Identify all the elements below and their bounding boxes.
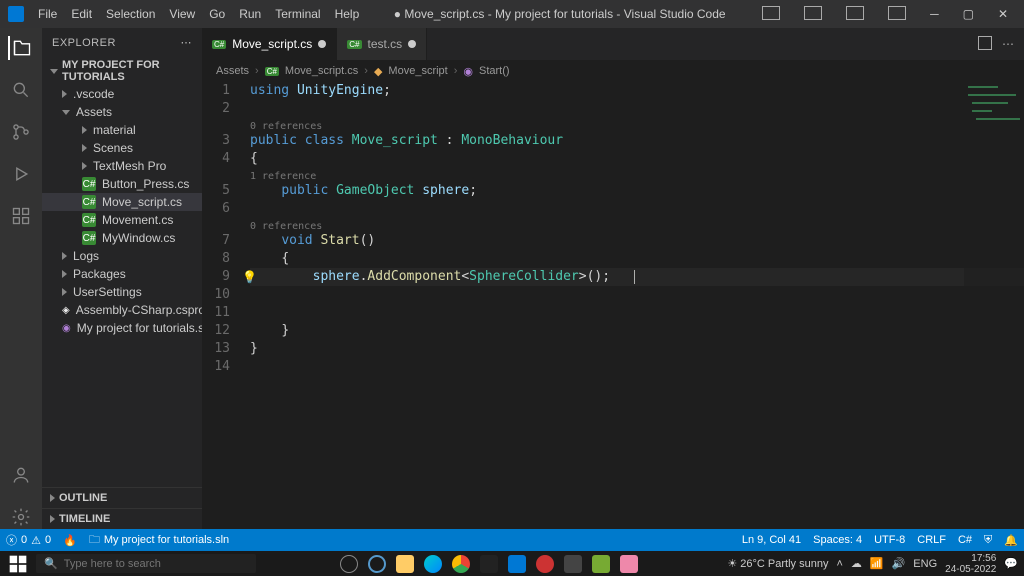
activity-bar — [0, 28, 42, 529]
sidebar: EXPLORER ⋯ MY PROJECT FOR TUTORIALS .vsc… — [42, 28, 202, 529]
menu-edit[interactable]: Edit — [65, 3, 98, 25]
search-icon: 🔍 — [44, 557, 58, 570]
extensions-icon[interactable] — [9, 204, 33, 228]
sidebar-title: EXPLORER — [52, 37, 116, 49]
breadcrumb[interactable]: Assets› C#Move_script.cs› ◆Move_script› … — [202, 60, 1024, 82]
tree-item-logs[interactable]: Logs — [42, 247, 202, 265]
layout-icon-2[interactable] — [796, 6, 830, 23]
tree-item-my-project-for-tutorials-sln[interactable]: ◉My project for tutorials.sln — [42, 319, 202, 337]
onedrive-icon[interactable]: ☁ — [851, 557, 862, 570]
tab-test[interactable]: C# test.cs — [337, 28, 427, 60]
status-flame-icon[interactable]: 🔥 — [63, 534, 77, 547]
split-editor-icon[interactable] — [978, 36, 992, 53]
timeline-section[interactable]: TIMELINE — [42, 508, 202, 529]
menu-view[interactable]: View — [163, 3, 201, 25]
status-bar: ⓧ 0 ⚠ 0 🔥 🗀 My project for tutorials.sln… — [0, 529, 1024, 551]
menu-help[interactable]: Help — [329, 3, 366, 25]
run-debug-icon[interactable] — [9, 162, 33, 186]
tree-item-usersettings[interactable]: UserSettings — [42, 283, 202, 301]
weather-widget[interactable]: ☀ 26°C Partly sunny — [727, 557, 828, 570]
tree-item-assembly-csharp-csproj[interactable]: ◈Assembly-CSharp.csproj — [42, 301, 202, 319]
tree-item-button-press-cs[interactable]: C#Button_Press.cs — [42, 175, 202, 193]
start-button[interactable] — [0, 554, 36, 574]
task-view-icon[interactable] — [340, 555, 358, 573]
status-project[interactable]: 🗀 My project for tutorials.sln — [89, 531, 229, 550]
tree-item-packages[interactable]: Packages — [42, 265, 202, 283]
wifi-icon[interactable]: 📶 — [870, 557, 884, 570]
editor: C# Move_script.cs C# test.cs ⋯ Assets› C… — [202, 28, 1024, 529]
search-icon[interactable] — [9, 78, 33, 102]
file-tree: .vscodeAssetsmaterialScenesTextMesh ProC… — [42, 85, 202, 487]
menu-run[interactable]: Run — [233, 3, 267, 25]
tray-chevron-icon[interactable]: ˄ — [836, 558, 842, 570]
close-button[interactable]: ✕ — [990, 7, 1016, 21]
minimap[interactable] — [964, 82, 1024, 529]
more-icon[interactable]: ⋯ — [181, 36, 193, 49]
status-eol[interactable]: CRLF — [917, 534, 946, 546]
window-title: ● Move_script.cs - My project for tutori… — [365, 7, 754, 21]
outline-section[interactable]: OUTLINE — [42, 487, 202, 508]
tree-item-textmesh-pro[interactable]: TextMesh Pro — [42, 157, 202, 175]
tree-item-move-script-cs[interactable]: C#Move_script.cs — [42, 193, 202, 211]
unity-icon[interactable] — [480, 555, 498, 573]
tree-item-material[interactable]: material — [42, 121, 202, 139]
modified-indicator-icon — [318, 40, 326, 48]
search-input[interactable] — [64, 558, 248, 570]
status-feedback-icon[interactable]: ⛨ — [984, 534, 992, 547]
app-icon-3[interactable] — [592, 555, 610, 573]
tab-move-script[interactable]: C# Move_script.cs — [202, 28, 337, 60]
status-language[interactable]: C# — [958, 534, 972, 546]
layout-icon-3[interactable] — [838, 6, 872, 23]
status-spaces[interactable]: Spaces: 4 — [813, 534, 862, 546]
taskbar-search[interactable]: 🔍 — [36, 554, 256, 573]
cortana-icon[interactable] — [368, 555, 386, 573]
app-icon-2[interactable] — [564, 555, 582, 573]
tree-item--vscode[interactable]: .vscode — [42, 85, 202, 103]
status-errors[interactable]: ⓧ 0 ⚠ 0 — [6, 532, 51, 548]
chrome-icon[interactable] — [452, 555, 470, 573]
tree-item-movement-cs[interactable]: C#Movement.cs — [42, 211, 202, 229]
settings-icon[interactable] — [9, 505, 33, 529]
tabs: C# Move_script.cs C# test.cs ⋯ — [202, 28, 1024, 60]
layout-icon[interactable] — [754, 6, 788, 23]
more-actions-icon[interactable]: ⋯ — [1002, 37, 1014, 51]
vscode-taskbar-icon[interactable] — [508, 555, 526, 573]
language-indicator[interactable]: ENG — [913, 558, 937, 570]
tree-item-scenes[interactable]: Scenes — [42, 139, 202, 157]
code-area[interactable]: 1234567891011121314 using UnityEngine; 0… — [202, 82, 1024, 529]
volume-icon[interactable]: 🔊 — [892, 557, 906, 570]
tree-item-mywindow-cs[interactable]: C#MyWindow.cs — [42, 229, 202, 247]
account-icon[interactable] — [9, 463, 33, 487]
maximize-button[interactable]: ▢ — [955, 7, 982, 21]
csharp-file-icon: C# — [347, 40, 361, 49]
layout-icon-4[interactable] — [880, 6, 914, 23]
csharp-file-icon: C# — [212, 40, 226, 49]
vscode-icon — [8, 6, 24, 22]
notifications-icon[interactable]: 💬 — [1004, 557, 1018, 570]
menu-file[interactable]: File — [32, 3, 63, 25]
status-cursor-position[interactable]: Ln 9, Col 41 — [742, 534, 801, 546]
menu-selection[interactable]: Selection — [100, 3, 161, 25]
app-icon-4[interactable] — [620, 555, 638, 573]
explorer-taskbar-icon[interactable] — [396, 555, 414, 573]
menu-go[interactable]: Go — [203, 3, 231, 25]
modified-indicator-icon — [408, 40, 416, 48]
clock[interactable]: 17:5624-05-2022 — [945, 553, 996, 575]
menu-terminal[interactable]: Terminal — [269, 3, 326, 25]
lightbulb-icon[interactable]: 💡 — [242, 268, 257, 286]
taskbar: 🔍 ☀ 26°C Partly sunny ˄ ☁ 📶 🔊 ENG 17:562… — [0, 551, 1024, 576]
status-encoding[interactable]: UTF-8 — [874, 534, 905, 546]
menu-bar: File Edit Selection View Go Run Terminal… — [32, 3, 365, 25]
tree-item-assets[interactable]: Assets — [42, 103, 202, 121]
explorer-icon[interactable] — [8, 36, 32, 60]
app-icon[interactable] — [536, 555, 554, 573]
source-control-icon[interactable] — [9, 120, 33, 144]
project-root[interactable]: MY PROJECT FOR TUTORIALS — [42, 57, 202, 85]
status-bell-icon[interactable]: 🔔 — [1004, 534, 1018, 547]
titlebar: File Edit Selection View Go Run Terminal… — [0, 0, 1024, 28]
minimize-button[interactable]: ─ — [922, 7, 947, 21]
edge-icon[interactable] — [424, 555, 442, 573]
